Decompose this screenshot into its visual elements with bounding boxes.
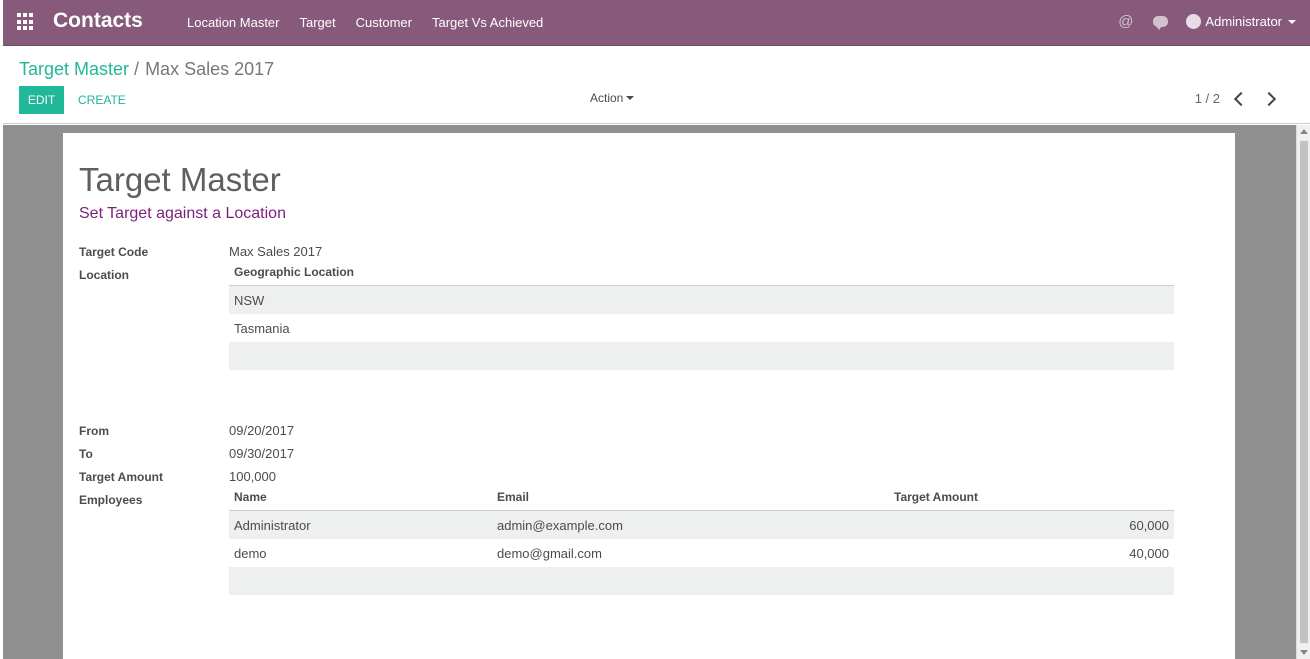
- scroll-down-icon[interactable]: [1300, 650, 1308, 655]
- form-view-background: Target Master Set Target against a Locat…: [3, 125, 1296, 659]
- table-header: Name Email Target Amount: [229, 483, 1174, 511]
- chevron-right-icon[interactable]: [1261, 91, 1277, 106]
- pager: 1 / 2: [1194, 91, 1277, 106]
- employee-email-cell: demo@gmail.com: [497, 545, 602, 561]
- amount-header[interactable]: Target Amount: [889, 490, 1174, 504]
- table-row[interactable]: Tasmania: [229, 314, 1174, 342]
- target-code-value: Max Sales 2017: [229, 244, 323, 259]
- target-amount-label: Target Amount: [79, 470, 163, 484]
- chat-bubbles-icon[interactable]: [1153, 16, 1169, 30]
- table-row-empty: [229, 567, 1174, 595]
- location-table: Geographic Location NSW Tasmania: [229, 258, 1174, 370]
- edit-button[interactable]: EDIT: [19, 86, 64, 114]
- menu-location-master[interactable]: Location Master: [187, 15, 280, 30]
- target-code-label: Target Code: [79, 245, 149, 259]
- employee-amount-cell: 60,000: [1129, 517, 1169, 533]
- menu-target-vs-achieved[interactable]: Target Vs Achieved: [432, 15, 543, 30]
- geographic-location-header[interactable]: Geographic Location: [229, 265, 354, 279]
- apps-menu-icon[interactable]: [17, 13, 35, 31]
- breadcrumb-parent-link[interactable]: Target Master: [19, 59, 129, 80]
- employee-name-cell: Administrator: [234, 517, 311, 533]
- breadcrumb-separator: /: [134, 59, 140, 79]
- table-header: Geographic Location: [229, 258, 1174, 286]
- top-navbar: Contacts Location Master Target Customer…: [3, 0, 1310, 46]
- at-mention-icon[interactable]: @: [1118, 13, 1133, 30]
- systray: @ Administrator: [1098, 13, 1296, 30]
- employees-label: Employees: [79, 493, 143, 507]
- employee-name-cell: demo: [234, 545, 267, 561]
- avatar: [1186, 14, 1202, 29]
- chevron-left-icon[interactable]: [1233, 91, 1249, 106]
- location-label: Location: [79, 268, 129, 282]
- main-menu: Location Master Target Customer Target V…: [187, 15, 563, 30]
- action-dropdown[interactable]: Action: [590, 91, 635, 105]
- user-menu[interactable]: Administrator: [1186, 14, 1296, 29]
- location-cell: NSW: [234, 292, 265, 308]
- email-header[interactable]: Email: [492, 490, 889, 504]
- employee-amount-cell: 40,000: [1129, 545, 1169, 561]
- to-value: 09/30/2017: [229, 446, 295, 461]
- app-title: Contacts: [53, 9, 143, 32]
- control-panel: Target Master / Max Sales 2017 EDIT CREA…: [3, 46, 1310, 124]
- employees-table: Name Email Target Amount Administrator a…: [229, 483, 1174, 595]
- caret-down-icon: [626, 96, 635, 100]
- menu-target[interactable]: Target: [300, 15, 336, 30]
- page-title: Target Master: [79, 161, 281, 198]
- table-row-empty: [229, 342, 1174, 370]
- action-label: Action: [590, 91, 624, 105]
- breadcrumb: Target Master / Max Sales 2017: [19, 59, 274, 80]
- target-amount-value: 100,000: [229, 469, 276, 484]
- from-label: From: [79, 424, 109, 438]
- breadcrumb-current: Max Sales 2017: [145, 59, 275, 79]
- menu-customer[interactable]: Customer: [356, 15, 412, 30]
- vertical-scrollbar[interactable]: [1296, 125, 1310, 659]
- pager-value: 1 / 2: [1194, 91, 1220, 106]
- scroll-up-icon[interactable]: [1300, 129, 1308, 134]
- table-row[interactable]: NSW: [229, 286, 1174, 314]
- name-header[interactable]: Name: [229, 490, 492, 504]
- page-subtitle: Set Target against a Location: [79, 205, 286, 222]
- user-name: Administrator: [1205, 14, 1282, 29]
- create-button[interactable]: CREATE: [78, 93, 126, 107]
- form-sheet: Target Master Set Target against a Locat…: [63, 133, 1235, 659]
- from-value: 09/20/2017: [229, 423, 295, 438]
- table-row[interactable]: demo demo@gmail.com 40,000: [229, 539, 1174, 567]
- employee-email-cell: admin@example.com: [497, 517, 623, 533]
- table-row[interactable]: Administrator admin@example.com 60,000: [229, 511, 1174, 539]
- location-cell: Tasmania: [234, 320, 290, 336]
- scrollbar-thumb[interactable]: [1300, 141, 1308, 643]
- caret-down-icon: [1288, 19, 1296, 24]
- to-label: To: [79, 447, 93, 461]
